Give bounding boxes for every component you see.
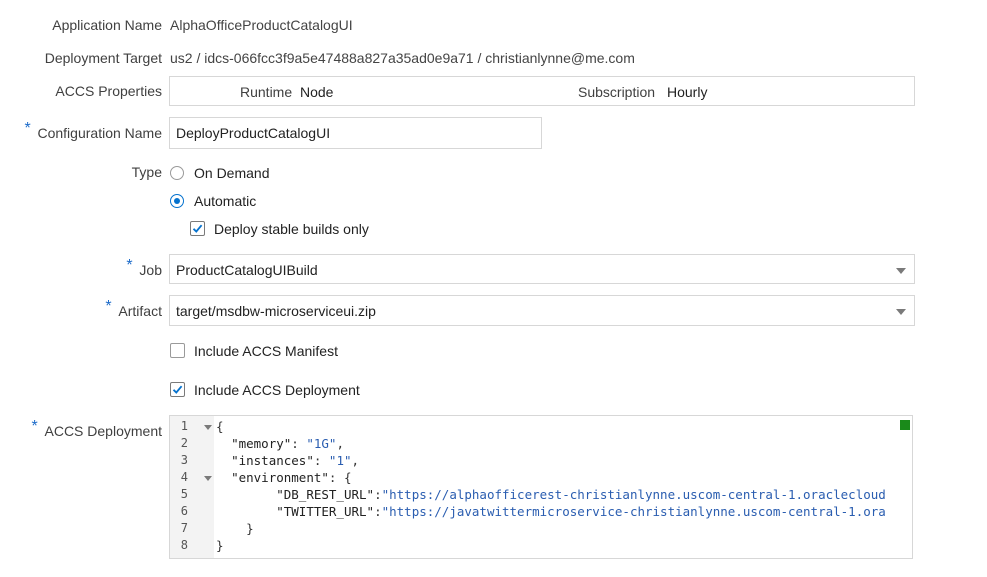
deployment-target-value: us2 / idcs-066fcc3f9a5e47488a827a35ad0e9… [170,50,635,66]
chevron-down-icon [896,309,906,315]
accs-deployment-label: * ACCS Deployment [32,418,163,439]
line-number: 3 [180,453,188,467]
required-indicator: * [31,418,38,435]
required-indicator: * [105,298,112,315]
include-accs-manifest-label[interactable]: Include ACCS Manifest [194,343,338,359]
line-number: 1 [180,419,188,433]
line-number: 4 [180,470,188,484]
code-line: "TWITTER_URL":"https://javatwittermicros… [276,504,886,519]
configuration-name-value: DeployProductCatalogUI [176,125,331,141]
subscription-value: Hourly [667,84,708,100]
required-indicator: * [24,120,31,137]
include-accs-deployment-checkbox[interactable] [170,382,185,397]
configuration-name-input[interactable]: DeployProductCatalogUI [169,117,542,149]
fold-toggle-icon[interactable] [204,425,212,430]
artifact-label-text: Artifact [118,303,162,319]
job-value: ProductCatalogUIBuild [176,262,318,278]
code-line: } [216,521,254,536]
include-accs-deployment-label[interactable]: Include ACCS Deployment [194,382,360,398]
required-indicator: * [126,257,133,274]
artifact-value: target/msdbw-microserviceui.zip [176,303,376,319]
runtime-value: Node [300,84,334,100]
configuration-name-label-text: Configuration Name [37,125,162,141]
application-name-label: Application Name [52,17,162,33]
include-accs-manifest-checkbox[interactable] [170,343,185,358]
type-label: Type [131,164,162,180]
deploy-stable-builds-checkbox[interactable] [190,221,205,236]
code-line: "instances": "1", [231,453,360,468]
line-number: 7 [180,521,188,535]
deploy-stable-builds-label[interactable]: Deploy stable builds only [214,221,369,237]
accs-deployment-label-text: ACCS Deployment [44,423,163,439]
accs-deployment-editor[interactable]: 1 2 3 4 5 6 7 8 { "memory": "1G", "insta… [169,415,913,559]
accs-properties-panel: Runtime Node Subscription Hourly [169,76,915,106]
checkmark-icon [192,224,203,233]
code-line: "memory": "1G", [231,436,344,451]
line-number: 5 [180,487,188,501]
code-line: } [216,538,224,553]
job-label: * Job [126,257,162,278]
line-number: 8 [180,538,188,552]
line-number: 6 [180,504,188,518]
automatic-label[interactable]: Automatic [194,193,256,209]
code-line: { [216,419,224,434]
accs-properties-label: ACCS Properties [55,83,162,99]
runtime-label: Runtime [240,84,293,100]
code-line: "environment": { [231,470,352,485]
on-demand-label[interactable]: On Demand [194,165,269,181]
fold-toggle-icon[interactable] [204,476,212,481]
checkmark-icon [172,385,183,394]
deployment-target-label: Deployment Target [44,50,162,66]
on-demand-radio[interactable] [170,166,184,180]
chevron-down-icon [896,268,906,274]
subscription-label: Subscription [578,84,656,100]
application-name-value: AlphaOfficeProductCatalogUI [170,17,353,33]
artifact-select[interactable]: target/msdbw-microserviceui.zip [169,295,915,326]
line-number: 2 [180,436,188,450]
configuration-name-label: * Configuration Name [24,120,162,141]
automatic-radio[interactable] [170,194,184,208]
artifact-label: * Artifact [105,298,162,319]
job-label-text: Job [139,262,162,278]
job-select[interactable]: ProductCatalogUIBuild [169,254,915,284]
status-indicator-icon [900,420,910,430]
code-line: "DB_REST_URL":"https://alphaofficerest-c… [276,487,886,502]
